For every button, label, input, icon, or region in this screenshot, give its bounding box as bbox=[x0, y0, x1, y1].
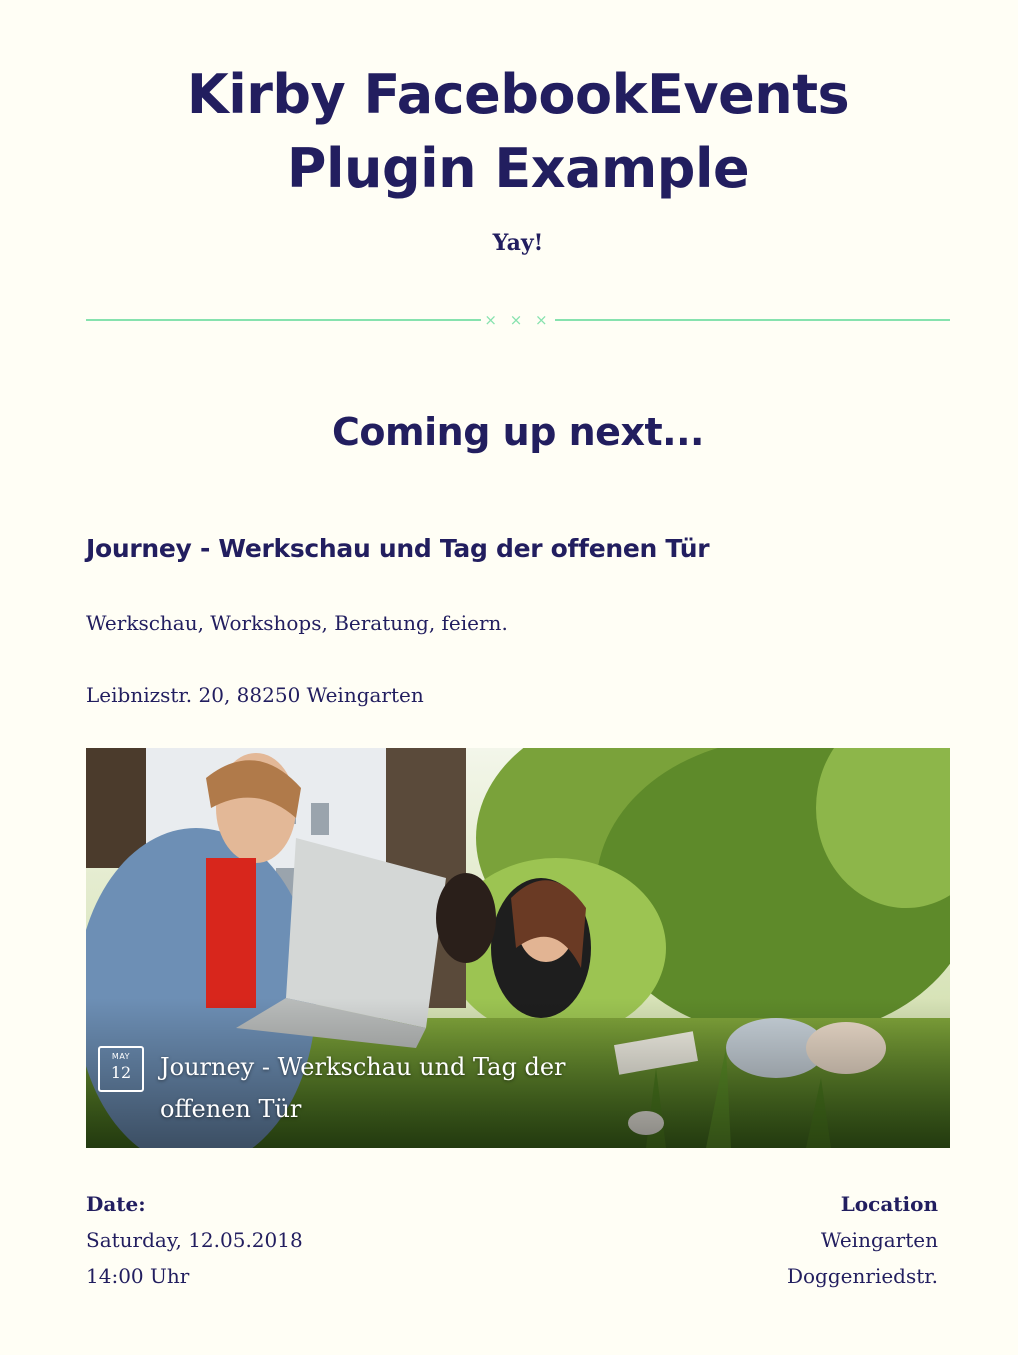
site-subtitle: Yay! bbox=[492, 230, 544, 256]
date-badge: MAY 12 bbox=[98, 1046, 144, 1092]
site-title: Kirby FacebookEvents Plugin Example bbox=[186, 63, 850, 200]
time-value: 14:00 Uhr bbox=[86, 1264, 190, 1288]
location-label: Location bbox=[840, 1192, 938, 1216]
location-city: Weingarten bbox=[820, 1228, 938, 1252]
event-title[interactable]: Journey - Werkschau und Tag der offenen … bbox=[86, 530, 950, 568]
divider-marks: × × × bbox=[484, 311, 552, 329]
event-description: Werkschau, Workshops, Beratung, feiern. bbox=[86, 611, 508, 635]
date-label: Date: bbox=[86, 1192, 146, 1216]
date-badge-month: MAY bbox=[111, 1052, 131, 1061]
event-card[interactable]: MAY 12 Journey - Werkschau und Tag der o… bbox=[86, 748, 950, 1148]
event-address: Leibnizstr. 20, 88250 Weingarten bbox=[86, 683, 424, 707]
divider-line-left bbox=[86, 319, 481, 321]
location-street: Doggenriedstr. bbox=[786, 1264, 938, 1288]
event-date-column: Date: Saturday, 12.05.2018 14:00 Uhr bbox=[86, 1186, 303, 1294]
page: Kirby FacebookEvents Plugin Example Yay!… bbox=[0, 0, 1018, 1355]
event-card-title[interactable]: Journey - Werkschau und Tag der offenen … bbox=[160, 1046, 630, 1130]
section-heading: Coming up next... bbox=[332, 410, 704, 454]
event-details: Date: Saturday, 12.05.2018 14:00 Uhr Loc… bbox=[86, 1186, 938, 1296]
date-badge-day: 12 bbox=[110, 1063, 132, 1082]
date-value: Saturday, 12.05.2018 bbox=[86, 1228, 303, 1252]
section-divider: × × × bbox=[86, 308, 950, 332]
divider-line-right bbox=[555, 319, 950, 321]
event-location-column: Location Weingarten Doggenriedstr. bbox=[787, 1186, 938, 1294]
